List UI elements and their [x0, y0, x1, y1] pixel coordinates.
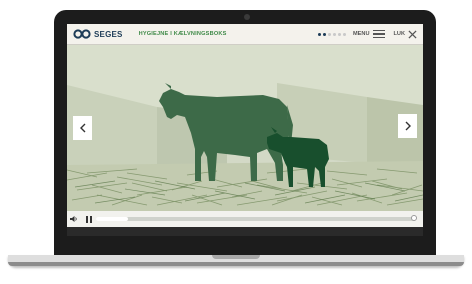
chevron-left-icon — [79, 123, 85, 133]
seges-logo-icon — [73, 29, 91, 39]
webcam — [244, 14, 250, 20]
progress-dot[interactable] — [318, 32, 322, 36]
laptop-screen: SEGES HYGIEJNE I KÆLVNINGSBOKS MENU LUK — [67, 24, 423, 236]
logo-text: SEGES — [94, 29, 123, 39]
progress-dots — [316, 32, 347, 36]
screen-bezel-bottom — [67, 227, 423, 236]
seges-logo[interactable]: SEGES — [73, 29, 123, 39]
header-actions: MENU LUK — [316, 24, 417, 44]
progress-end-knob[interactable] — [411, 215, 417, 221]
hamburger-icon[interactable] — [372, 30, 385, 38]
progress-dot[interactable] — [323, 32, 327, 36]
close-icon[interactable] — [408, 29, 417, 39]
chevron-right-icon — [405, 121, 411, 131]
next-slide-button[interactable] — [398, 114, 417, 138]
laptop-base-edge — [8, 262, 464, 266]
progress-bar[interactable] — [96, 215, 417, 221]
app-title: HYGIEJNE I KÆLVNINGSBOKS — [138, 31, 227, 37]
progress-dot[interactable] — [333, 32, 337, 36]
video-controls — [67, 211, 423, 227]
pause-icon[interactable] — [86, 215, 92, 223]
laptop-notch — [212, 255, 260, 259]
progress-dot[interactable] — [328, 32, 332, 36]
prev-slide-button[interactable] — [73, 116, 92, 140]
progress-dot[interactable] — [343, 32, 347, 36]
app-header: SEGES HYGIEJNE I KÆLVNINGSBOKS MENU LUK — [67, 24, 423, 45]
close-button[interactable]: LUK — [394, 31, 406, 37]
progress-fill — [96, 217, 128, 221]
volume-icon[interactable] — [70, 215, 78, 223]
progress-dot[interactable] — [338, 32, 342, 36]
menu-button[interactable]: MENU — [353, 31, 369, 37]
barn-illustration — [67, 45, 423, 211]
